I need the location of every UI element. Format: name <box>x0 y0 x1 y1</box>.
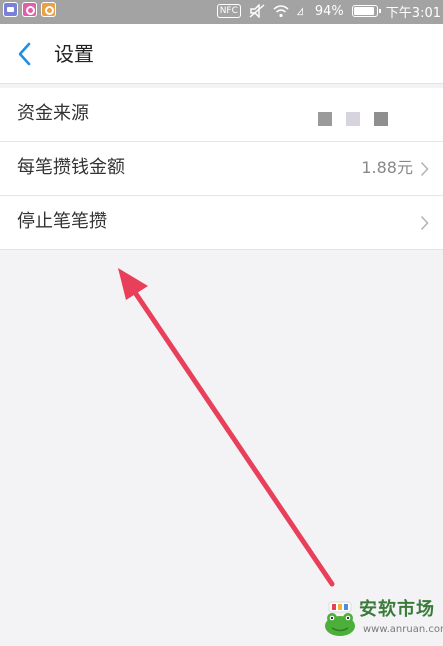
signal-off-icon <box>296 7 303 16</box>
nav-bar: 设置 <box>0 24 443 84</box>
battery-icon <box>351 5 381 17</box>
settings-item-save-amount[interactable]: 每笔攒钱金额 1.88元 <box>0 142 443 196</box>
watermark-url: www.anruan.com <box>363 624 443 635</box>
message-app-icon <box>3 2 18 17</box>
mute-icon <box>249 4 265 18</box>
chevron-right-icon <box>420 215 429 231</box>
status-bar: NFC 94% 下午3:01 <box>0 0 443 24</box>
settings-item-label: 停止笔笔攒 <box>17 211 107 232</box>
status-time: 下午3:01 <box>385 5 441 21</box>
watermark: 安软市场 www.anruan.com <box>323 598 443 642</box>
mask-block <box>346 112 360 126</box>
nfc-badge: NFC <box>216 4 241 18</box>
masked-value <box>318 112 388 126</box>
browser-app-icon <box>22 2 37 17</box>
chevron-right-icon <box>420 161 429 177</box>
battery-percent: 94% <box>314 3 344 19</box>
status-app-icons <box>3 2 56 17</box>
settings-list: 资金来源 每笔攒钱金额 1.88元 停止笔笔攒 <box>0 88 443 250</box>
mask-block <box>374 112 388 126</box>
wifi-icon <box>273 5 289 18</box>
search-app-icon <box>41 2 56 17</box>
settings-item-fund-source[interactable]: 资金来源 <box>0 88 443 142</box>
status-indicators: NFC 94% 下午3:01 <box>216 2 441 21</box>
watermark-name: 安软市场 <box>359 599 435 620</box>
back-arrow-icon[interactable] <box>14 41 38 67</box>
settings-item-value: 1.88元 <box>361 158 413 177</box>
settings-item-label: 每笔攒钱金额 <box>17 157 125 178</box>
page-title: 设置 <box>54 42 94 66</box>
settings-item-label: 资金来源 <box>17 103 89 124</box>
settings-item-stop-saving[interactable]: 停止笔笔攒 <box>0 196 443 250</box>
frog-logo-icon <box>325 601 355 636</box>
mask-block <box>318 112 332 126</box>
